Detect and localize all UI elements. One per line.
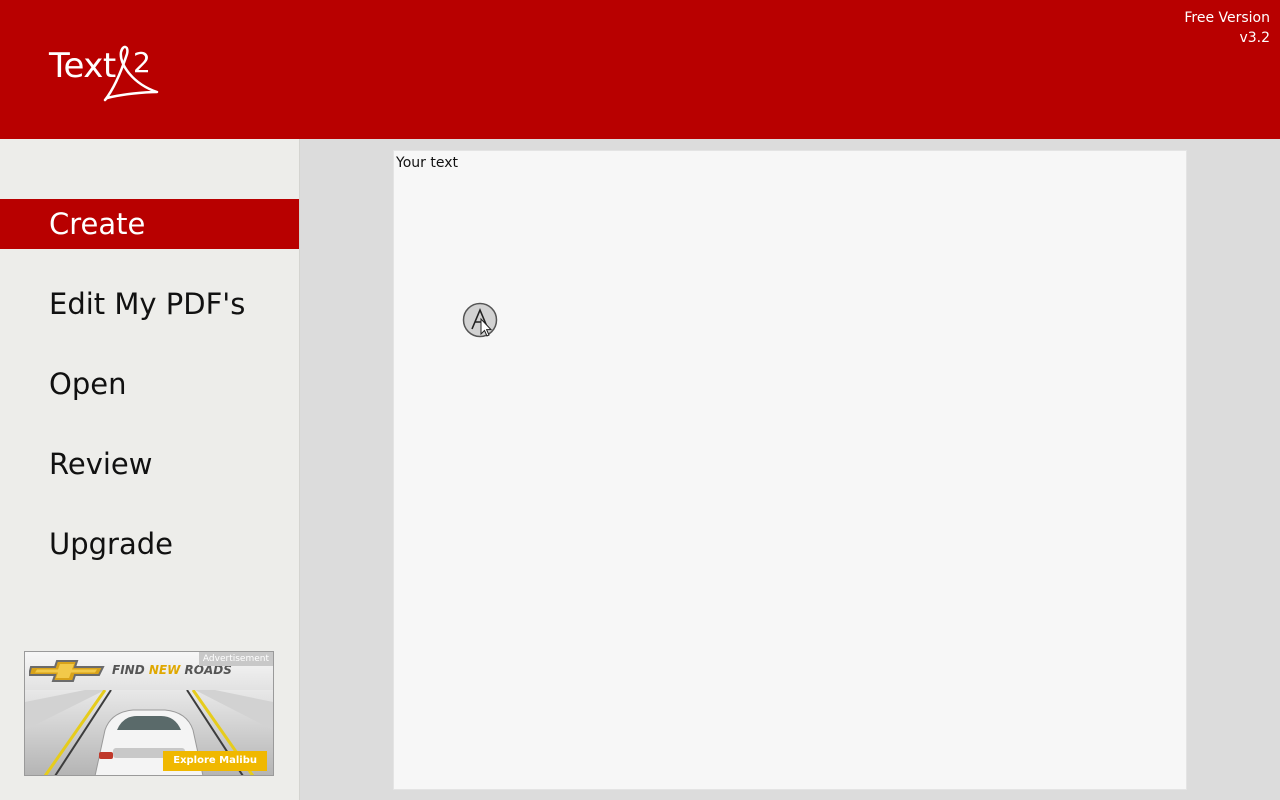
sidebar-item-label: Open xyxy=(49,367,127,401)
sidebar-item-edit-my-pdfs[interactable]: Edit My PDF's xyxy=(0,279,299,329)
ad-header: FIND NEW ROADS Advertisement xyxy=(25,652,273,690)
sidebar-item-create[interactable]: Create xyxy=(0,199,299,249)
app-logo: Text 2 xyxy=(49,40,179,104)
app-header: Text 2 Free Version v3.2 xyxy=(0,0,1280,139)
ad-tagline-highlight: NEW xyxy=(148,663,181,677)
version-label: v3.2 xyxy=(1239,30,1270,46)
sidebar-item-review[interactable]: Review xyxy=(0,439,299,489)
ad-tagline-part1: FIND xyxy=(112,663,149,677)
chevrolet-bowtie-icon xyxy=(29,660,105,682)
main-area: Your text xyxy=(301,139,1280,800)
svg-text:2: 2 xyxy=(133,46,151,79)
sidebar-item-label: Edit My PDF's xyxy=(49,287,246,321)
ad-badge: Advertisement xyxy=(198,652,273,666)
ad-cta-button[interactable]: Explore Malibu xyxy=(163,751,267,771)
advertisement-banner[interactable]: FIND NEW ROADS Advertisement Explore Mal… xyxy=(24,651,274,776)
sidebar-item-label: Upgrade xyxy=(49,527,173,561)
edition-label: Free Version xyxy=(1184,10,1270,26)
sidebar-item-label: Create xyxy=(49,207,146,241)
editor-text[interactable]: Your text xyxy=(396,155,458,171)
sidebar-item-upgrade[interactable]: Upgrade xyxy=(0,519,299,569)
text-editor[interactable]: Your text xyxy=(393,150,1187,790)
acrobat-2-icon: 2 xyxy=(103,45,159,102)
sidebar-item-label: Review xyxy=(49,447,153,481)
sidebar-item-open[interactable]: Open xyxy=(0,359,299,409)
sidebar: Create Edit My PDF's Open Review Upgrade… xyxy=(0,139,300,800)
version-info: Free Version v3.2 xyxy=(1184,8,1270,48)
handwriting-cursor-icon xyxy=(462,302,498,338)
